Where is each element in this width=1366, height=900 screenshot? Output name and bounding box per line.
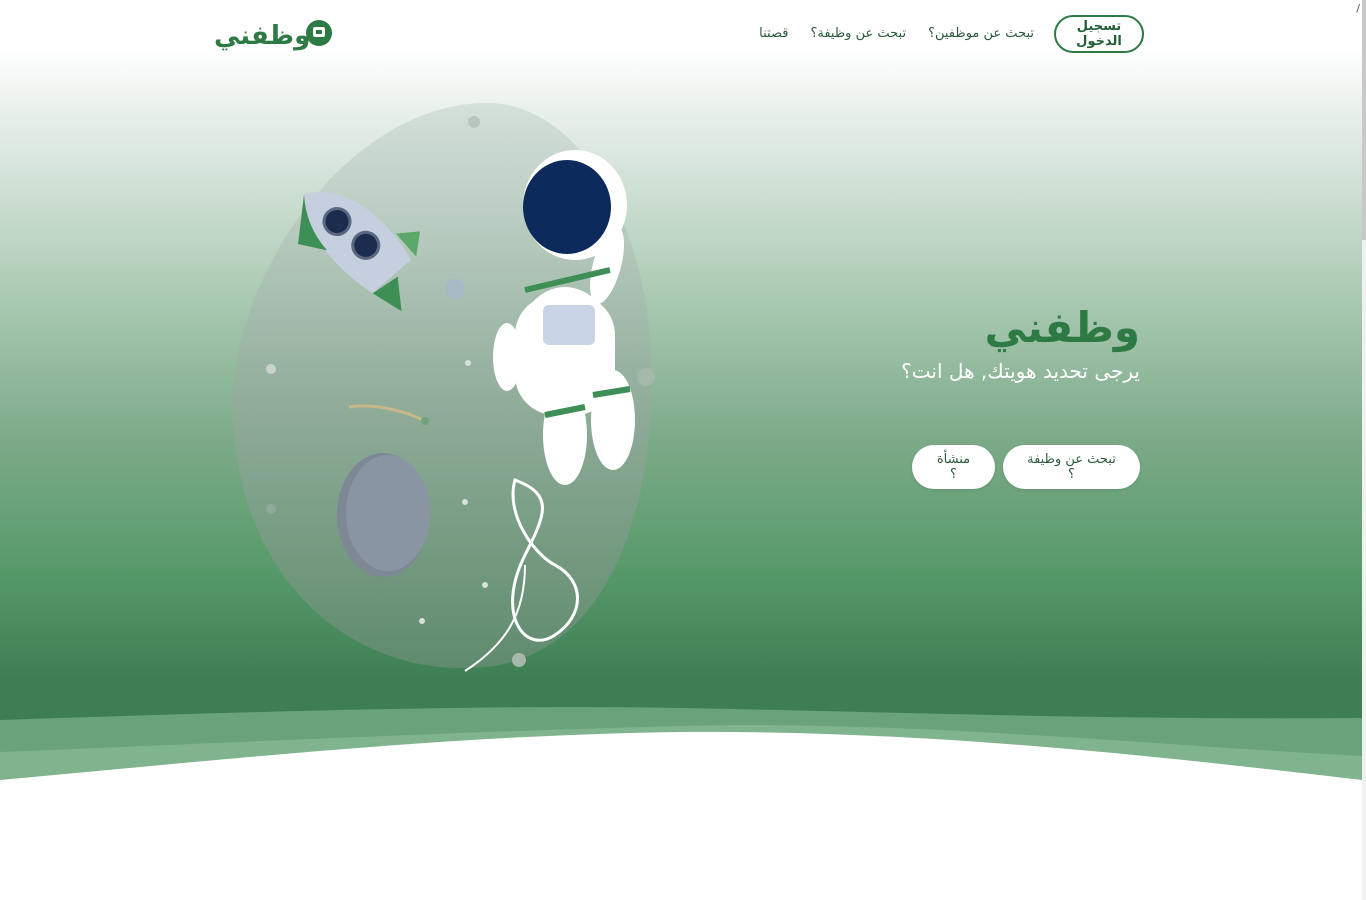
hero-section: وظفني تبحث عن موظفين؟ تبحث عن وظيفة؟ قصت…	[0, 0, 1362, 790]
scrollbar[interactable]	[1362, 0, 1366, 900]
nav-link-our-story[interactable]: قصتنا	[759, 26, 788, 41]
nav-links: تبحث عن موظفين؟ تبحث عن وظيفة؟ قصتنا	[759, 26, 1034, 41]
identity-buttons: تبحث عن وظيفة ؟ منشأة ؟	[912, 445, 1140, 489]
astronaut-illustration	[232, 103, 655, 672]
login-button[interactable]: تسجيل الدخول	[1054, 15, 1144, 53]
logo-icon[interactable]: وظفني	[214, 16, 334, 54]
nav-link-find-employees[interactable]: تبحث عن موظفين؟	[928, 26, 1034, 41]
hero-title: وظفني	[984, 303, 1140, 352]
wave-divider	[0, 707, 1362, 790]
hero-text: وظفني يرجى تحديد هويتك, هل انت؟	[901, 303, 1140, 384]
logo-text: وظفني	[214, 21, 310, 51]
company-button[interactable]: منشأة ؟	[912, 445, 995, 489]
corner-mark: /	[1356, 2, 1360, 15]
job-seeker-button[interactable]: تبحث عن وظيفة ؟	[1003, 445, 1140, 489]
scrollbar-thumb[interactable]	[1362, 0, 1366, 240]
navbar: وظفني تبحث عن موظفين؟ تبحث عن وظيفة؟ قصت…	[214, 14, 1144, 56]
nav-link-find-job[interactable]: تبحث عن وظيفة؟	[810, 26, 906, 41]
hero-subtitle: يرجى تحديد هويتك, هل انت؟	[901, 359, 1140, 384]
